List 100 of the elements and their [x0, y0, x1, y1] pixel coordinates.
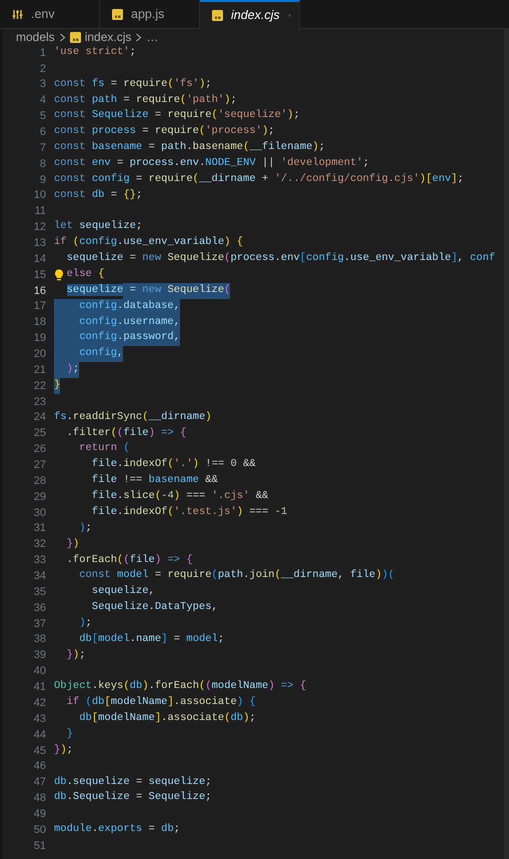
chevron-icon	[135, 32, 142, 42]
code-line: .filter((file) => {	[66, 426, 186, 441]
line-number: 4	[38, 93, 46, 108]
lightbulb-icon[interactable]	[54, 268, 64, 281]
code-line: });	[54, 742, 73, 758]
code-line: sequelize,	[90, 584, 155, 600]
line-number: 23	[32, 394, 46, 410]
line-number: 45	[32, 744, 46, 758]
breadcrumb-item[interactable]: models	[16, 28, 55, 46]
code-line: config,	[54, 346, 124, 362]
breadcrumb-item[interactable]: …	[146, 28, 158, 46]
line-number: 8	[38, 156, 46, 172]
line-number: 46	[32, 759, 46, 774]
editor-tab[interactable]: index.cjs	[200, 0, 300, 29]
code-line: else {	[54, 267, 104, 283]
editor-tab[interactable]: .env	[0, 0, 100, 29]
line-number: 3	[38, 77, 46, 92]
line-number: 1	[38, 46, 46, 61]
code-line: const db = {};	[54, 188, 142, 203]
line-number: 22	[32, 378, 46, 394]
line-number: 28	[32, 474, 46, 489]
code-line: db.sequelize = sequelize;	[54, 774, 212, 790]
line-number: 31	[32, 521, 46, 536]
line-number: 9	[38, 172, 46, 188]
editor-tab[interactable]: app.js	[100, 0, 200, 29]
line-number: 11	[34, 204, 46, 220]
line-number: 30	[32, 506, 46, 521]
code-line: sequelize = new Sequelize(	[54, 282, 230, 299]
code-line: return (	[78, 441, 130, 456]
line-number: 24	[32, 410, 46, 426]
line-number: 35	[32, 584, 46, 600]
line-number: 41	[32, 680, 46, 696]
code-line: file.slice(-4) === '.cjs' &&	[90, 489, 268, 504]
code-line: Sequelize.DataTypes,	[90, 600, 218, 616]
line-number: 47	[32, 775, 46, 790]
code-line: file !== basename &&	[90, 473, 218, 488]
line-number: 43	[32, 712, 46, 727]
line-number: 7	[38, 140, 46, 156]
line-number: 16	[32, 284, 46, 299]
line-number: 27	[32, 458, 46, 474]
code-line: }	[66, 726, 73, 742]
code-line: const fs = require('fs');	[54, 76, 212, 92]
line-number: 48	[32, 791, 46, 806]
code-line: sequelize = new Sequelize(process.env[config.use_env_variable], conf	[66, 251, 496, 266]
code-line: const config = require(__dirname + '/../config/config.cjs')[env];	[54, 172, 464, 187]
line-number: 6	[38, 124, 46, 140]
sliders-icon	[12, 8, 23, 20]
line-number: 26	[32, 442, 46, 458]
line-number: 17	[32, 299, 46, 314]
chevron-icon	[58, 32, 66, 42]
js-file-icon	[70, 32, 81, 42]
line-number: 33	[32, 553, 46, 568]
line-number: 51	[32, 838, 46, 854]
code-line: .forEach((file) => {	[66, 552, 193, 568]
code-line: db.Sequelize = Sequelize;	[54, 790, 212, 806]
line-number: 18	[32, 315, 46, 330]
code-line: module.exports = db;	[54, 822, 180, 838]
code-line: Object.keys(db).forEach((modelName) => {	[54, 679, 306, 694]
line-number: 2	[38, 62, 46, 77]
line-number: 44	[32, 728, 46, 743]
code-line: const basename = path.basename(__filename);	[54, 140, 326, 156]
code-line: file.indexOf('.test.js') === -1	[90, 504, 288, 520]
line-number: 20	[32, 347, 46, 362]
line-number: 13	[32, 236, 46, 251]
line-number: 29	[32, 490, 46, 505]
code-line: file.indexOf('.') !== 0 &&	[90, 457, 256, 472]
code-line: );	[78, 616, 92, 631]
code-line: const Sequelize = require('sequelize');	[54, 108, 300, 124]
code-line: db[modelName].associate(db);	[78, 711, 256, 726]
code-line: db[model.name] = model;	[78, 632, 224, 647]
line-number: 10	[32, 188, 46, 204]
line-number: 14	[32, 252, 46, 267]
code-line: const process = require('process');	[54, 124, 275, 140]
js-file-icon	[212, 10, 223, 21]
line-number: 32	[32, 537, 46, 552]
code-line: let sequelize;	[54, 219, 142, 234]
line-number: 37	[32, 616, 46, 632]
line-number: 15	[32, 268, 46, 283]
code-line: const model = require(path.join(__dirname, file))(	[78, 568, 394, 584]
code-line: if (db[modelName].associate) {	[66, 695, 256, 710]
breadcrumb-item[interactable]: index.cjs	[84, 28, 132, 46]
code-line: );	[78, 520, 92, 536]
code-line: config.password,	[54, 330, 180, 346]
code-line: });	[66, 648, 86, 663]
code-line: })	[66, 536, 80, 552]
line-number: 34	[32, 569, 46, 584]
line-number: 5	[38, 109, 46, 124]
code-line: );	[54, 362, 80, 378]
code-line: fs.readdirSync(__dirname)	[54, 410, 212, 425]
line-number: 12	[32, 220, 46, 236]
code-line: if (config.use_env_variable) {	[54, 235, 244, 250]
code-line: 'use strict';	[54, 45, 136, 60]
code-line: const env = process.env.NODE_ENV || 'development';	[54, 156, 370, 172]
js-file-icon	[112, 8, 123, 20]
line-number: 19	[32, 331, 46, 346]
line-number: 49	[32, 806, 46, 822]
code-line: config.username,	[54, 314, 180, 330]
code-line: config.database,	[54, 298, 180, 315]
line-number: 39	[32, 648, 46, 664]
line-number: 38	[32, 632, 46, 648]
